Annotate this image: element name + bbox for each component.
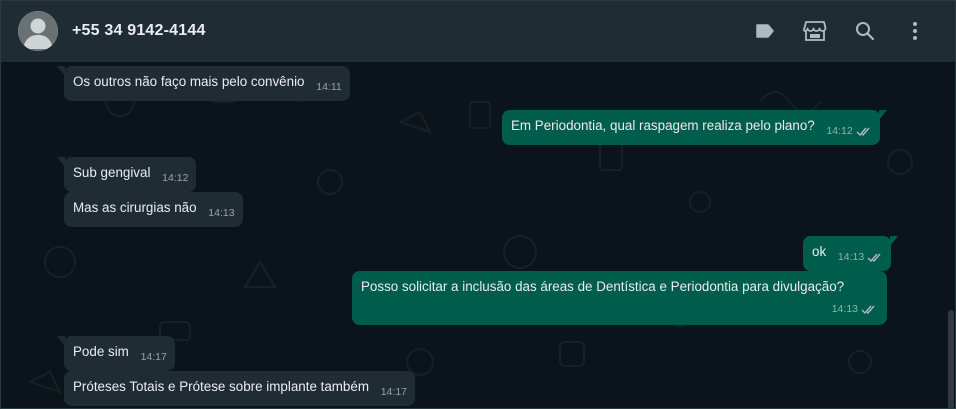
label-icon: [756, 24, 774, 38]
menu-button[interactable]: [890, 11, 940, 51]
message-time: 14:17: [140, 351, 167, 363]
scrollbar-thumb[interactable]: [948, 310, 954, 409]
message-incoming[interactable]: Sub gengival 14:12: [56, 157, 197, 192]
message-text: Mas as cirurgias não: [73, 200, 197, 215]
message-outgoing[interactable]: ok 14:13: [803, 236, 899, 271]
label-button[interactable]: [740, 11, 790, 51]
message-meta: 14:11: [316, 78, 342, 97]
message-text: Próteses Totais e Prótese sobre implante…: [73, 379, 369, 394]
message-meta: 14:13: [208, 204, 234, 223]
message-text: Posso solicitar a inclusão das áreas de …: [361, 279, 845, 294]
message-time: 14:13: [831, 303, 858, 315]
message-meta: 14:13: [361, 300, 877, 319]
header-actions: [740, 11, 940, 51]
message-time: 14:12: [162, 172, 189, 184]
message-time: 14:13: [208, 207, 235, 219]
message-text: ok: [812, 244, 827, 259]
message-text: Em Periodontia, qual raspagem realiza pe…: [511, 118, 815, 133]
avatar[interactable]: [18, 11, 58, 51]
message-outgoing[interactable]: Em Periodontia, qual raspagem realiza pe…: [502, 110, 887, 145]
catalog-button[interactable]: [790, 11, 840, 51]
message-text: Sub gengival: [73, 165, 151, 180]
message-incoming[interactable]: Os outros não faço mais pelo convênio 14…: [57, 66, 350, 101]
message-meta: 14:17: [381, 383, 407, 402]
search-icon: [856, 22, 875, 41]
double-check-icon: [861, 305, 875, 315]
message-time: 14:13: [837, 251, 865, 263]
chat-header: +55 34 9142-4144: [0, 0, 956, 62]
default-avatar-icon: [18, 11, 58, 51]
search-button[interactable]: [840, 11, 890, 51]
message-text: Os outros não faço mais pelo convênio: [73, 74, 305, 89]
message-meta: 14:12: [826, 122, 871, 141]
message-incoming[interactable]: Pode sim 14:17: [57, 336, 175, 371]
contact-name[interactable]: +55 34 9142-4144: [72, 22, 206, 40]
message-time: 14:17: [380, 386, 407, 398]
message-text: Pode sim: [73, 344, 129, 359]
double-check-icon: [856, 127, 870, 137]
catalog-icon: [803, 21, 827, 41]
message-outgoing[interactable]: Posso solicitar a inclusão das áreas de …: [352, 271, 887, 325]
message-time: 14:11: [316, 81, 342, 93]
message-list[interactable]: Os outros não faço mais pelo convênio 14…: [0, 62, 956, 409]
message-meta: 14:17: [141, 348, 167, 367]
message-meta: 14:13: [838, 248, 883, 267]
message-incoming[interactable]: Próteses Totais e Prótese sobre implante…: [64, 371, 415, 406]
message-incoming[interactable]: Mas as cirurgias não 14:13: [64, 192, 243, 227]
menu-icon: [913, 22, 917, 40]
message-meta: 14:12: [162, 169, 188, 188]
message-time: 14:12: [826, 125, 853, 137]
double-check-icon: [867, 253, 881, 263]
